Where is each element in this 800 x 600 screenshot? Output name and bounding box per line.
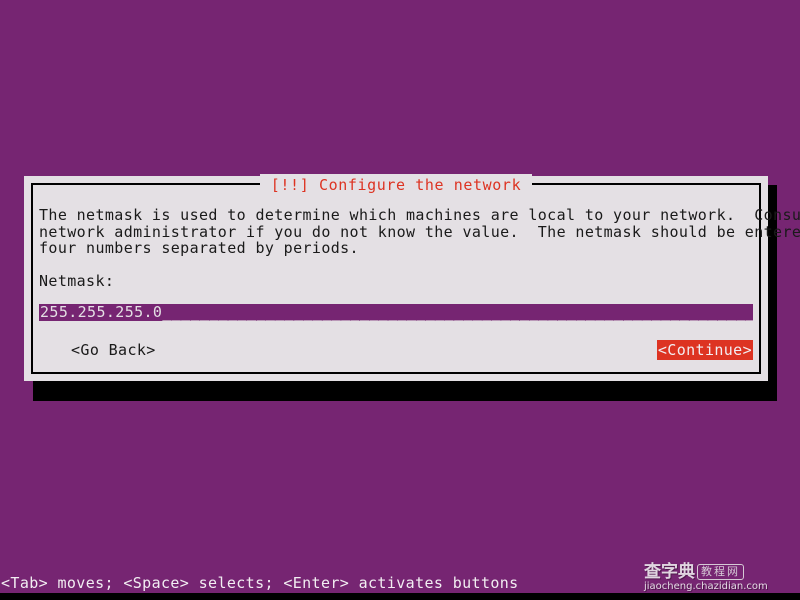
description-line-1: The netmask is used to determine which m… bbox=[39, 206, 800, 224]
netmask-input[interactable]: 255.255.255.0___________________________… bbox=[39, 304, 753, 321]
netmask-input-value: 255.255.255.0 bbox=[40, 304, 163, 321]
continue-button[interactable]: <Continue> bbox=[656, 340, 753, 360]
netmask-input-filler: ________________________________________… bbox=[162, 304, 753, 321]
description-line-2: network administrator if you do not know… bbox=[39, 222, 800, 241]
go-back-button[interactable]: <Go Back> bbox=[71, 340, 156, 360]
dialog-title-bar: [!!] Configure the network bbox=[33, 174, 759, 196]
watermark-badge: 教程网 bbox=[697, 564, 744, 580]
description-line-3: four numbers separated by periods. bbox=[39, 239, 359, 257]
watermark-title: 查字典 bbox=[644, 561, 695, 582]
installer-screen: [!!] Configure the network The netmask i… bbox=[0, 0, 800, 600]
bottom-black-strip bbox=[0, 593, 800, 600]
dialog-title-text: [!!] Configure the network bbox=[259, 174, 533, 196]
dialog-button-row: <Go Back> <Continue> bbox=[39, 340, 753, 360]
watermark-url: jiaocheng.chazidian.com bbox=[644, 581, 768, 592]
watermark-logo-row: 查字典 教程网 bbox=[644, 562, 744, 582]
netmask-label: Netmask: bbox=[39, 271, 115, 290]
watermark: 查字典 教程网 jiaocheng.chazidian.com bbox=[644, 562, 796, 592]
dialog-content: The netmask is used to determine which m… bbox=[39, 206, 800, 371]
configure-network-dialog: [!!] Configure the network The netmask i… bbox=[24, 174, 800, 381]
